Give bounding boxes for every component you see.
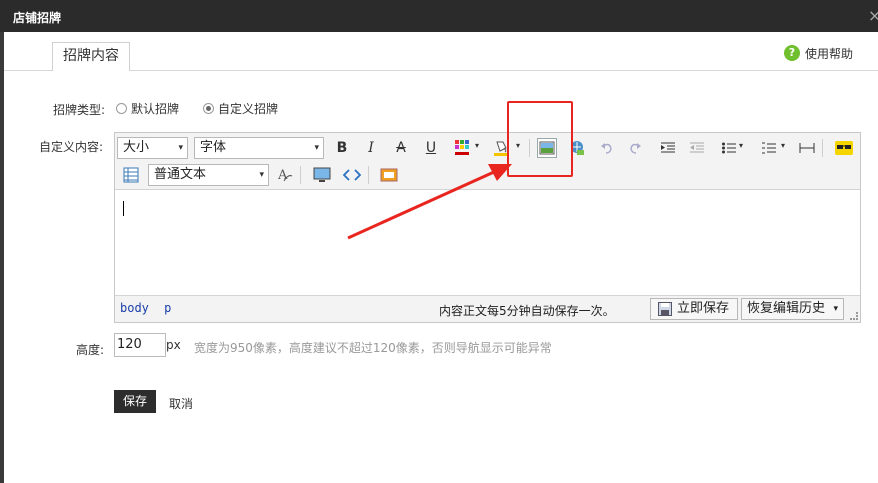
rich-text-editor: 大小 ▾ 字体 ▾ B I A U ▾ ▾ ▾ ▾ 普通文本 ▾ A body … bbox=[114, 132, 861, 323]
editor-statusbar: body p 内容正文每5分钟自动保存一次。 立即保存 恢复编辑历史 ▾ bbox=[115, 295, 860, 322]
help-label: 使用帮助 bbox=[805, 46, 854, 61]
save-now-label: 立即保存 bbox=[677, 301, 730, 316]
monitor-icon bbox=[313, 167, 331, 182]
toolbar-separator bbox=[822, 139, 823, 157]
code-icon bbox=[343, 169, 361, 181]
font-family-select[interactable]: 字体 ▾ bbox=[194, 137, 324, 159]
sunglasses-icon bbox=[835, 141, 853, 155]
horizontal-rule-button[interactable] bbox=[797, 138, 817, 158]
indent-icon bbox=[661, 142, 675, 153]
height-label: 高度: bbox=[76, 343, 105, 357]
floppy-disk-icon bbox=[658, 302, 672, 316]
ordered-list-button[interactable] bbox=[759, 138, 779, 158]
toolbar-separator bbox=[300, 166, 301, 184]
toolbar-separator bbox=[368, 166, 369, 184]
radio-default-sign[interactable]: 默认招牌 bbox=[116, 100, 179, 117]
insert-flash-button[interactable] bbox=[379, 165, 399, 185]
source-code-button[interactable] bbox=[342, 165, 362, 185]
tab-sign-content[interactable]: 招牌内容 bbox=[52, 42, 130, 71]
chevron-down-icon: ▾ bbox=[259, 170, 264, 180]
help-icon: ? bbox=[784, 45, 800, 61]
numbered-list-icon bbox=[762, 142, 776, 154]
indent-button[interactable] bbox=[658, 138, 678, 158]
chevron-down-icon[interactable]: ▾ bbox=[475, 141, 479, 150]
font-color-button[interactable] bbox=[452, 138, 472, 158]
resize-grip[interactable] bbox=[850, 312, 858, 320]
bullet-list-icon bbox=[722, 142, 736, 154]
bold-button[interactable]: B bbox=[332, 138, 352, 158]
restore-history-label: 恢复编辑历史 bbox=[747, 301, 826, 316]
outdent-icon bbox=[690, 142, 704, 153]
height-input[interactable]: 120 bbox=[114, 333, 166, 357]
strikethrough-button[interactable]: A bbox=[391, 138, 411, 158]
redo-icon bbox=[630, 143, 641, 154]
restore-history-dropdown[interactable]: 恢复编辑历史 ▾ bbox=[741, 298, 844, 320]
radio-label: 自定义招牌 bbox=[218, 102, 279, 116]
svg-text:A: A bbox=[277, 168, 288, 183]
radio-circle bbox=[116, 103, 127, 114]
undo-button[interactable] bbox=[597, 138, 617, 158]
help-link[interactable]: ? 使用帮助 bbox=[784, 44, 853, 62]
save-button[interactable]: 保存 bbox=[114, 390, 156, 413]
element-path: body p bbox=[120, 301, 179, 315]
horizontal-rule-icon bbox=[799, 143, 815, 153]
sign-type-label: 招牌类型: bbox=[53, 103, 106, 117]
custom-content-label: 自定义内容: bbox=[39, 140, 104, 154]
path-item-p[interactable]: p bbox=[164, 301, 171, 315]
highlight-box bbox=[507, 101, 573, 177]
chevron-down-icon: ▾ bbox=[314, 143, 319, 153]
chevron-down-icon[interactable]: ▾ bbox=[781, 141, 785, 150]
editor-toolbar: 大小 ▾ 字体 ▾ B I A U ▾ ▾ ▾ ▾ 普通文本 ▾ A bbox=[115, 133, 860, 190]
chevron-down-icon[interactable]: ▾ bbox=[739, 141, 743, 150]
height-hint: 宽度为950像素，高度建议不超过120像素，否则导航显示可能异常 bbox=[194, 341, 552, 355]
table-button[interactable] bbox=[121, 165, 141, 185]
autosave-notice: 内容正文每5分钟自动保存一次。 bbox=[439, 304, 615, 318]
undo-icon bbox=[601, 143, 612, 154]
unordered-list-button[interactable] bbox=[719, 138, 739, 158]
clear-format-button[interactable]: A bbox=[275, 165, 295, 185]
dialog-titlebar: 店铺招牌 × bbox=[0, 0, 878, 32]
italic-button[interactable]: I bbox=[361, 138, 381, 158]
save-now-button[interactable]: 立即保存 bbox=[650, 298, 738, 320]
chevron-down-icon: ▾ bbox=[178, 143, 183, 153]
film-icon bbox=[380, 168, 398, 182]
font-color-icon bbox=[455, 140, 469, 155]
font-size-select[interactable]: 大小 ▾ bbox=[117, 137, 188, 159]
cancel-link[interactable]: 取消 bbox=[169, 395, 193, 412]
eraser-icon: A bbox=[277, 168, 293, 183]
radio-custom-sign[interactable]: 自定义招牌 bbox=[203, 100, 278, 117]
path-item-body[interactable]: body bbox=[120, 301, 149, 315]
close-icon[interactable]: × bbox=[868, 6, 878, 25]
radio-label: 默认招牌 bbox=[131, 102, 180, 116]
dialog-title: 店铺招牌 bbox=[13, 11, 62, 25]
redo-button[interactable] bbox=[625, 138, 645, 158]
table-icon bbox=[123, 167, 139, 183]
editor-content-area[interactable] bbox=[115, 191, 860, 295]
radio-circle-checked bbox=[203, 103, 214, 114]
outdent-button[interactable] bbox=[687, 138, 707, 158]
chevron-down-icon: ▾ bbox=[833, 304, 838, 314]
insert-media-button[interactable] bbox=[312, 165, 332, 185]
tab-divider bbox=[4, 70, 878, 71]
height-unit: px bbox=[166, 338, 181, 352]
underline-button[interactable]: U bbox=[421, 138, 441, 158]
emoticon-button[interactable] bbox=[834, 138, 854, 158]
paragraph-format-select[interactable]: 普通文本 ▾ bbox=[148, 164, 269, 186]
